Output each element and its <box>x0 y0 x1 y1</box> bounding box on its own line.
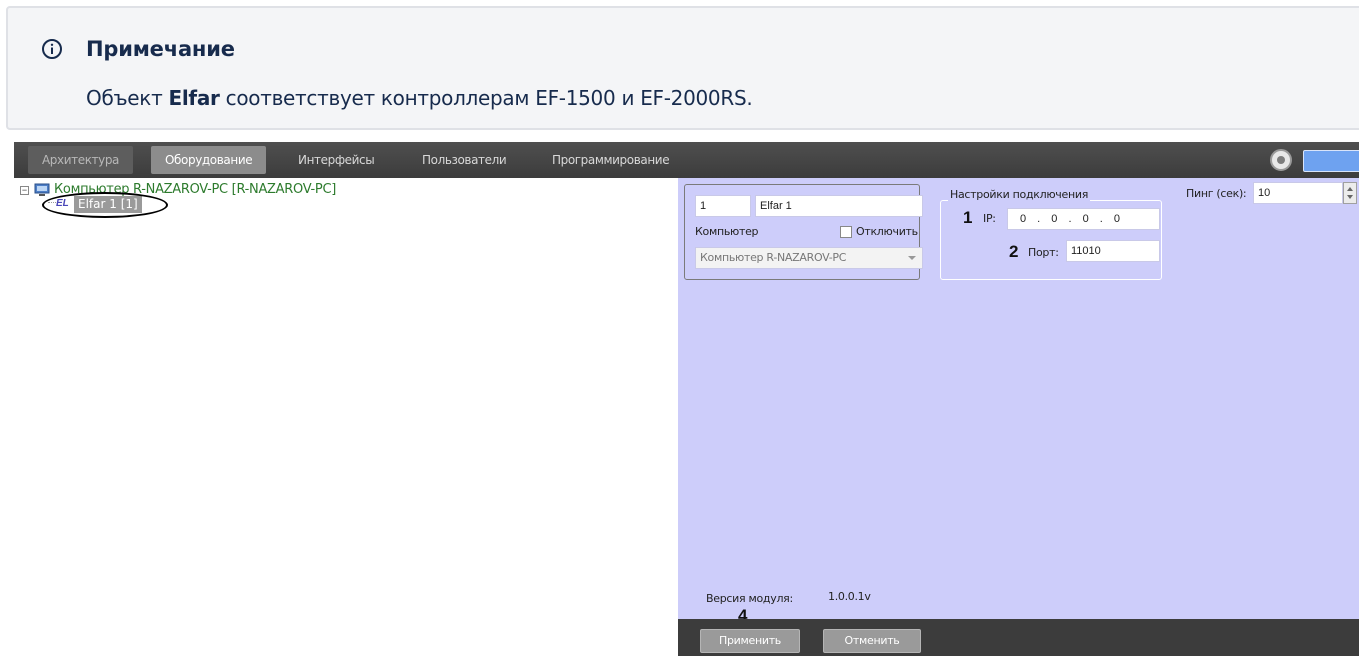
apply-button[interactable]: Применить <box>700 629 800 653</box>
note-text: Объект Elfar соответствует контроллерам … <box>86 86 753 110</box>
object-name-field[interactable]: Elfar 1 <box>755 195 923 217</box>
ping-label: Пинг (сек): <box>1186 187 1247 200</box>
chevron-down-icon <box>908 256 916 260</box>
callout-ellipse <box>42 192 168 218</box>
callout-2: 2 <box>1009 242 1019 261</box>
computer-select[interactable]: Компьютер R-NAZAROV-PC <box>695 247 923 269</box>
tree-collapse-icon[interactable]: − <box>20 186 29 195</box>
disable-label: Отключить <box>856 225 918 238</box>
tab-equipment[interactable]: Оборудование <box>151 146 267 174</box>
note-text-after: соответствует контроллерам EF-1500 и EF-… <box>219 86 753 110</box>
computer-label: Компьютер <box>695 225 759 238</box>
tab-interfaces[interactable]: Интерфейсы <box>284 146 388 174</box>
object-id-field[interactable]: 1 <box>695 195 751 217</box>
cancel-button[interactable]: Отменить <box>823 629 921 653</box>
app-window: Архитектура Оборудование Интерфейсы Поль… <box>14 142 1359 656</box>
port-input[interactable]: 11010 <box>1066 240 1160 262</box>
connection-group-title: Настройки подключения <box>948 188 1091 201</box>
tab-users[interactable]: Пользователи <box>408 146 520 174</box>
properties-panel: 1 Elfar 1 Компьютер Отключить Компьютер … <box>678 178 1359 625</box>
note-title: Примечание <box>86 37 235 61</box>
note-text-before: Объект <box>86 86 169 110</box>
blue-menu-button[interactable] <box>1303 150 1359 172</box>
object-group: 1 Elfar 1 Компьютер Отключить Компьютер … <box>684 184 923 280</box>
computer-icon <box>34 183 50 196</box>
info-icon <box>42 39 62 59</box>
main-menubar: Архитектура Оборудование Интерфейсы Поль… <box>14 142 1359 178</box>
callout-1: 1 <box>963 208 973 227</box>
object-tree: − Компьютер R-NAZAROV-PC [R-NAZAROV-PC] … <box>14 178 678 656</box>
bottom-bar: Применить Отменить <box>678 619 1359 656</box>
ping-input[interactable]: 10 <box>1253 182 1343 204</box>
port-label: Порт: <box>1028 246 1059 259</box>
computer-select-value: Компьютер R-NAZAROV-PC <box>700 251 847 264</box>
ip-label: IP: <box>983 212 996 225</box>
note-text-bold: Elfar <box>168 86 220 110</box>
tab-architecture[interactable]: Архитектура <box>28 146 134 174</box>
disable-checkbox[interactable] <box>840 226 852 238</box>
note-panel: Примечание Объект Elfar соответствует ко… <box>6 6 1359 130</box>
ping-spinner[interactable] <box>1343 182 1357 204</box>
ip-input[interactable]: 0 . 0 . 0 . 0 <box>1007 208 1160 230</box>
version-label: Версия модуля: <box>706 592 793 605</box>
settings-gear-icon[interactable] <box>1270 149 1292 171</box>
tab-programming[interactable]: Программирование <box>538 146 683 174</box>
version-value: 1.0.0.1v <box>828 590 871 603</box>
